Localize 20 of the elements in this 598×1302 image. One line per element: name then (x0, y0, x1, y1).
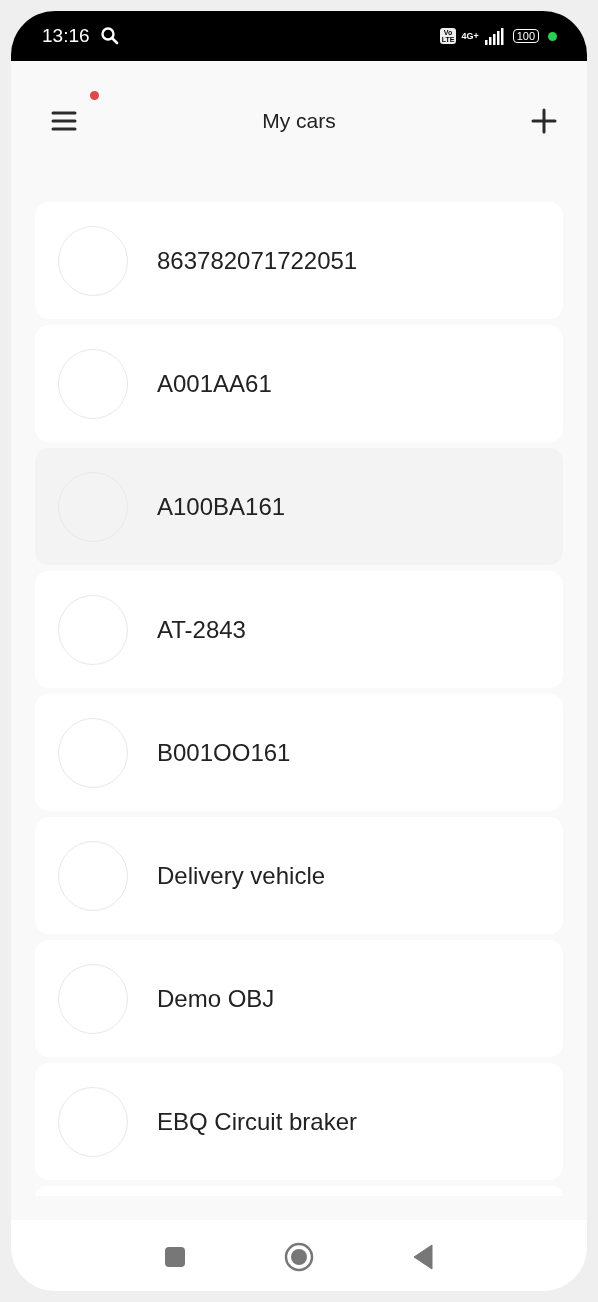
car-list-item[interactable]: 863782071722051 (35, 202, 563, 319)
battery-level: 100 (512, 29, 539, 43)
status-time: 13:16 (42, 25, 90, 47)
network-label: 4G+ (461, 31, 479, 41)
search-icon (99, 26, 120, 46)
car-list-item[interactable]: Demo OBJ (35, 940, 563, 1057)
car-list-item[interactable]: Delivery vehicle (35, 817, 563, 934)
car-list-item[interactable]: A001AA61 (35, 325, 563, 442)
car-list-item[interactable]: EBQ Circuit braker (35, 1063, 563, 1180)
page-title: My cars (262, 108, 336, 133)
recents-icon[interactable] (164, 1245, 186, 1268)
privacy-indicator-icon (548, 31, 557, 41)
car-list-item[interactable]: B001OO161 (35, 694, 563, 811)
car-list-item[interactable]: A100BA161 (35, 448, 563, 565)
car-list-item[interactable]: AT-2843 (35, 571, 563, 688)
menu-icon[interactable] (51, 109, 77, 132)
home-icon[interactable] (284, 1241, 314, 1272)
add-icon[interactable] (531, 107, 557, 134)
signal-icon (483, 27, 504, 45)
back-icon[interactable] (412, 1243, 434, 1270)
